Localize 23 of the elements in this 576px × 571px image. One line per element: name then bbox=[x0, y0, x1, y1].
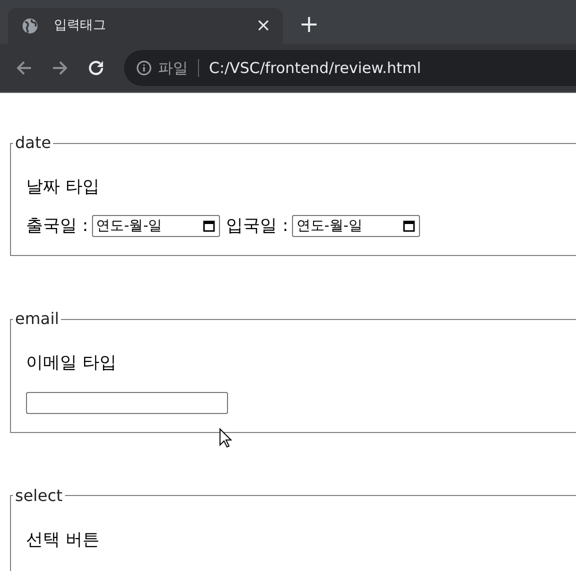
email-input-field[interactable] bbox=[26, 392, 228, 414]
calendar-icon[interactable] bbox=[403, 220, 416, 232]
fieldset-legend: email bbox=[13, 311, 62, 328]
url-text: C:/VSC/frontend/review.html bbox=[208, 58, 422, 78]
mouse-pointer-icon bbox=[219, 428, 233, 448]
calendar-icon[interactable] bbox=[203, 220, 216, 232]
tab-title: 입력태그 bbox=[54, 18, 107, 34]
fieldset-legend: select bbox=[13, 488, 65, 504]
date-field[interactable]: 연도-월-일 bbox=[292, 215, 420, 238]
close-tab-button[interactable]: × bbox=[256, 17, 271, 35]
scheme-label: 파일 bbox=[152, 59, 199, 77]
browser-tab[interactable]: 입력태그 × bbox=[8, 8, 283, 44]
globe-icon bbox=[22, 18, 38, 34]
section-heading: 이메일 타입 bbox=[26, 353, 118, 374]
date-field[interactable]: 연도-월-일 bbox=[92, 215, 220, 238]
section-heading: 날짜 타입 bbox=[26, 177, 100, 198]
info-icon bbox=[136, 60, 152, 76]
field-label: 입국일 : bbox=[226, 216, 288, 237]
address-bar[interactable]: 파일 C:/VSC/frontend/review.html bbox=[124, 50, 576, 86]
field-label: 출국일 : bbox=[26, 216, 88, 237]
section-heading: 선택 버튼 bbox=[26, 530, 100, 551]
new-tab-button[interactable]: + bbox=[283, 12, 320, 36]
fieldset-legend: date bbox=[13, 135, 54, 151]
